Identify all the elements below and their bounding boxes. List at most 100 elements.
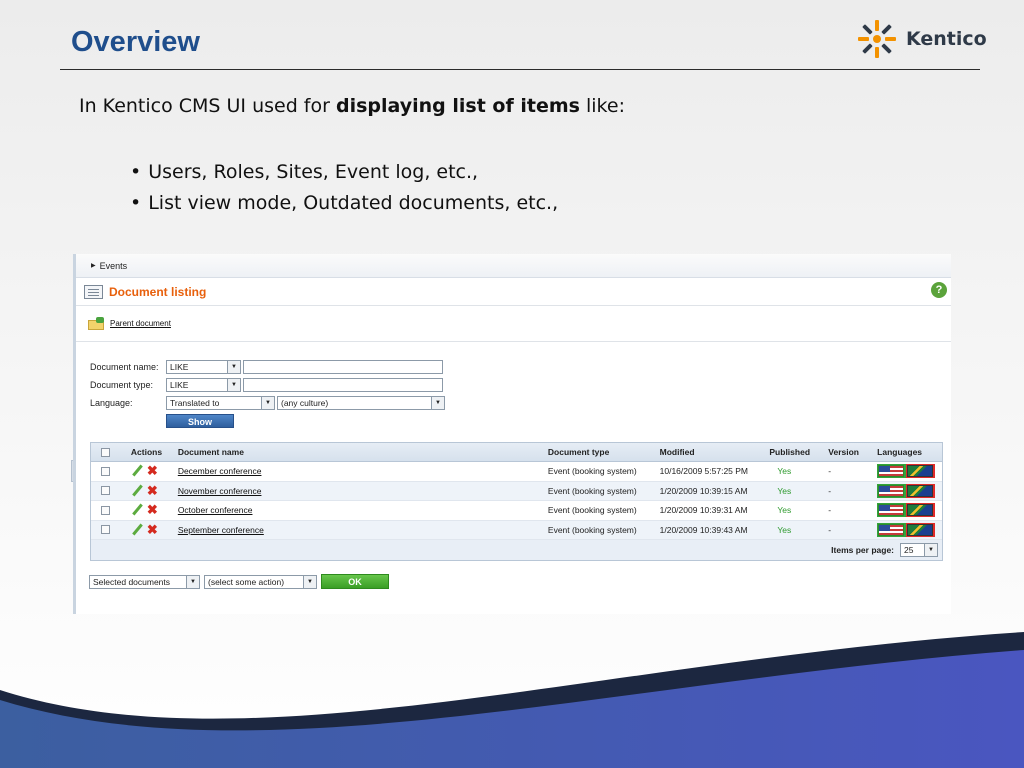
za-flag-icon[interactable] [906, 483, 936, 498]
us-flag-icon[interactable] [877, 522, 907, 537]
edit-pencil-icon[interactable] [131, 465, 143, 477]
chevron-down-icon: ▼ [227, 379, 240, 391]
header-actions: Actions [130, 447, 163, 457]
version-cell: - [828, 466, 832, 477]
document-type-cell: Event (booking system) [547, 505, 637, 516]
header-published[interactable]: Published [763, 447, 822, 457]
items-per-page-label: Items per page: [831, 545, 894, 555]
chevron-down-icon: ▼ [303, 575, 316, 588]
breadcrumb-item[interactable]: Events [100, 261, 128, 271]
document-type-cell: Event (booking system) [547, 485, 637, 496]
za-flag-icon[interactable] [906, 464, 936, 479]
intro-bold: displaying list of items [335, 95, 580, 117]
table-row: ✖ November conference Event (booking sys… [91, 481, 942, 501]
page-title: Document listing [109, 284, 207, 299]
modified-cell: 1/20/2009 10:39:43 AM [659, 524, 748, 535]
header-languages: Languages [877, 447, 923, 457]
published-cell: Yes [777, 466, 792, 477]
delete-x-icon[interactable]: ✖ [147, 503, 159, 516]
document-name-operator-select[interactable]: LIKE ▼ [166, 360, 241, 374]
row-checkbox[interactable] [101, 466, 111, 476]
document-name-link[interactable]: October conference [178, 505, 253, 515]
document-name-link[interactable]: November conference [178, 486, 262, 496]
table-row: ✖ December conference Event (booking sys… [91, 462, 942, 482]
breadcrumb: ▶ Events [76, 254, 951, 278]
parent-document-bar: Parent document [76, 306, 951, 342]
document-name-link[interactable]: September conference [178, 525, 264, 535]
ok-button[interactable]: OK [321, 574, 389, 589]
us-flag-icon[interactable] [877, 483, 907, 498]
page-header: Document listing [76, 278, 951, 306]
za-flag-icon[interactable] [906, 503, 936, 518]
bullet-item: Users, Roles, Sites, Event log, etc., [130, 157, 558, 188]
expand-triangle-icon: ▶ [91, 263, 96, 269]
version-cell: - [828, 485, 832, 496]
help-icon[interactable]: ? [931, 282, 947, 298]
delete-x-icon[interactable]: ✖ [147, 484, 159, 497]
document-listing-icon [84, 284, 103, 299]
modified-cell: 1/20/2009 10:39:31 AM [659, 505, 748, 516]
delete-x-icon[interactable]: ✖ [147, 464, 159, 477]
published-cell: Yes [777, 505, 792, 516]
document-name-label: Document name: [90, 362, 159, 372]
chevron-down-icon: ▼ [227, 361, 240, 373]
intro-suffix: like: [579, 95, 625, 117]
parent-folder-icon [88, 317, 106, 330]
document-name-link[interactable]: December conference [178, 466, 262, 476]
published-cell: Yes [777, 485, 792, 496]
delete-x-icon[interactable]: ✖ [147, 523, 159, 536]
row-checkbox[interactable] [101, 486, 111, 496]
version-cell: - [828, 505, 832, 516]
intro-text: In Kentico CMS UI used for displaying li… [79, 95, 625, 117]
document-type-label: Document type: [90, 380, 154, 390]
edit-pencil-icon[interactable] [131, 504, 143, 516]
us-flag-icon[interactable] [877, 503, 907, 518]
modified-cell: 1/20/2009 10:39:15 AM [659, 485, 748, 496]
chevron-down-icon: ▼ [924, 544, 937, 556]
us-flag-icon[interactable] [877, 464, 907, 479]
parent-document-link[interactable]: Parent document [110, 319, 171, 328]
logo-text: Kentico [906, 28, 987, 50]
selection-scope-select[interactable]: Selected documents ▼ [89, 574, 200, 589]
table-row: ✖ October conference Event (booking syst… [91, 501, 942, 521]
action-select[interactable]: (select some action) ▼ [204, 574, 317, 589]
chevron-down-icon: ▼ [261, 397, 274, 409]
header-modified[interactable]: Modified [654, 447, 764, 457]
modified-cell: 10/16/2009 5:57:25 PM [659, 466, 749, 477]
row-checkbox[interactable] [101, 505, 111, 515]
header-document-type[interactable]: Document type [542, 447, 654, 457]
version-cell: - [828, 524, 832, 535]
bullet-list: Users, Roles, Sites, Event log, etc., Li… [130, 157, 558, 219]
language-operator-select[interactable]: Translated to ▼ [166, 396, 275, 410]
published-cell: Yes [777, 524, 792, 535]
document-type-input[interactable] [243, 378, 443, 392]
header-document-name[interactable]: Document name [172, 447, 542, 457]
table-row: ✖ September conference Event (booking sy… [91, 520, 942, 540]
language-culture-select[interactable]: (any culture) ▼ [277, 396, 445, 410]
decorative-wave [0, 632, 1024, 768]
bullet-item: List view mode, Outdated documents, etc.… [130, 188, 558, 219]
edit-pencil-icon[interactable] [131, 524, 143, 536]
filter-panel: Document name: LIKE ▼ Document type: LIK… [90, 358, 445, 430]
chevron-down-icon: ▼ [186, 575, 199, 588]
document-type-cell: Event (booking system) [547, 524, 637, 535]
select-all-checkbox[interactable] [101, 447, 111, 457]
za-flag-icon[interactable] [906, 522, 936, 537]
edit-pencil-icon[interactable] [131, 485, 143, 497]
kentico-logo: Kentico [856, 18, 987, 60]
mass-action-bar: Selected documents ▼ (select some action… [89, 574, 389, 589]
row-checkbox[interactable] [101, 525, 111, 535]
grid-pager: Items per page: 25 ▼ [91, 540, 942, 560]
title-divider [60, 69, 980, 70]
document-grid: Actions Document name Document type Modi… [90, 442, 943, 561]
show-button[interactable]: Show [166, 414, 234, 428]
intro-prefix: In Kentico CMS UI used for [79, 95, 336, 117]
document-type-cell: Event (booking system) [547, 466, 637, 477]
document-type-operator-select[interactable]: LIKE ▼ [166, 378, 241, 392]
cms-screenshot: ▶ Events Document listing ? Parent docum… [73, 254, 951, 614]
header-version[interactable]: Version [822, 447, 871, 457]
items-per-page-select[interactable]: 25 ▼ [900, 543, 938, 557]
language-label: Language: [90, 398, 133, 408]
slide-title: Overview [71, 26, 200, 58]
document-name-input[interactable] [243, 360, 443, 374]
